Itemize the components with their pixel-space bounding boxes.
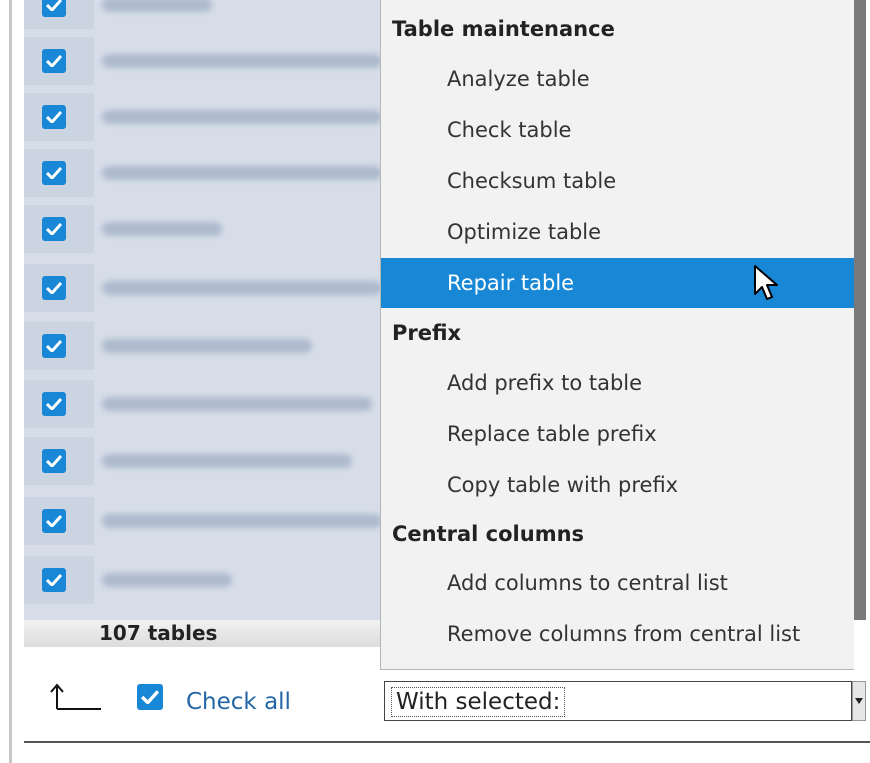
- table-row[interactable]: [24, 437, 384, 485]
- page-left-border: [9, 0, 12, 763]
- check-all-checkbox[interactable]: [137, 684, 163, 710]
- menu-group-prefix: Prefix: [381, 308, 854, 358]
- table-count: 107 tables: [99, 621, 218, 645]
- table-name-obscured[interactable]: [102, 339, 312, 353]
- corner-up-arrow-icon: [50, 683, 101, 710]
- menu-item-label: Remove columns from central list: [447, 622, 801, 646]
- row-checkbox[interactable]: [42, 509, 66, 533]
- table-row[interactable]: [24, 497, 384, 545]
- checkbox-cell: [24, 37, 94, 85]
- table-row[interactable]: [24, 205, 384, 253]
- select-value: With selected:: [391, 687, 566, 717]
- table-name-obscured[interactable]: [102, 166, 382, 180]
- menu-item-copy-with-prefix[interactable]: Copy table with prefix: [381, 460, 854, 510]
- checkbox-cell: [24, 93, 94, 141]
- menu-item-add-prefix[interactable]: Add prefix to table: [381, 358, 854, 408]
- table-row[interactable]: [24, 0, 384, 29]
- table-name-obscured[interactable]: [102, 454, 352, 468]
- row-checkbox[interactable]: [42, 449, 66, 473]
- table-name-obscured[interactable]: [102, 514, 382, 528]
- menu-item-repair-table[interactable]: Repair table: [381, 258, 854, 308]
- row-checkbox[interactable]: [42, 161, 66, 185]
- table-name-obscured[interactable]: [102, 222, 222, 236]
- table-name-obscured[interactable]: [102, 110, 382, 124]
- table-name-obscured[interactable]: [102, 281, 382, 295]
- row-checkbox[interactable]: [42, 49, 66, 73]
- table-row[interactable]: [24, 380, 384, 428]
- row-checkbox[interactable]: [42, 568, 66, 592]
- table-row[interactable]: [24, 149, 384, 197]
- checkbox-cell: [24, 264, 94, 312]
- table-name-obscured[interactable]: [102, 54, 382, 68]
- menu-item-label: Repair table: [447, 271, 575, 295]
- select-dropdown-toggle[interactable]: [852, 681, 866, 721]
- menu-item-label: Replace table prefix: [447, 422, 657, 446]
- row-checkbox[interactable]: [42, 217, 66, 241]
- menu-item-label: Add prefix to table: [447, 371, 643, 395]
- menu-group-label: Table maintenance: [392, 17, 615, 41]
- table-row[interactable]: [24, 37, 384, 85]
- table-row[interactable]: [24, 556, 384, 604]
- menu-item-replace-prefix[interactable]: Replace table prefix: [381, 409, 854, 459]
- menu-item-analyze-table[interactable]: Analyze table: [381, 54, 854, 104]
- checkbox-cell: [24, 0, 94, 29]
- menu-item-check-table[interactable]: Check table: [381, 105, 854, 155]
- row-checkbox[interactable]: [42, 334, 66, 358]
- checkbox-cell: [24, 556, 94, 604]
- menu-item-remove-central-columns[interactable]: Remove columns from central list: [381, 609, 854, 659]
- table-name-obscured[interactable]: [102, 573, 232, 587]
- menu-item-label: Check table: [447, 118, 572, 142]
- checkbox-cell: [24, 437, 94, 485]
- menu-item-label: Optimize table: [447, 220, 602, 244]
- checkbox-cell: [24, 149, 94, 197]
- menu-item-label: Analyze table: [447, 67, 590, 91]
- row-checkbox[interactable]: [42, 392, 66, 416]
- checkbox-cell: [24, 497, 94, 545]
- menu-item-label: Checksum table: [447, 169, 617, 193]
- table-row[interactable]: [24, 322, 384, 370]
- row-checkbox[interactable]: [42, 105, 66, 129]
- menu-group-table-maintenance: Table maintenance: [381, 4, 854, 54]
- checkbox-cell: [24, 205, 94, 253]
- menu-group-label: Central columns: [392, 522, 585, 546]
- chevron-down-icon: [855, 698, 863, 704]
- divider: [24, 741, 870, 743]
- menu-group-label: Prefix: [392, 321, 462, 345]
- menu-item-optimize-table[interactable]: Optimize table: [381, 207, 854, 257]
- row-checkbox[interactable]: [42, 0, 66, 17]
- checkbox-cell: [24, 322, 94, 370]
- menu-item-add-central-columns[interactable]: Add columns to central list: [381, 558, 854, 608]
- menu-group-central-columns: Central columns: [381, 509, 854, 559]
- table-list-footer: 107 tables: [24, 620, 384, 647]
- table-name-obscured[interactable]: [102, 0, 212, 12]
- table-row[interactable]: [24, 93, 384, 141]
- menu-item-label: Copy table with prefix: [447, 473, 679, 497]
- table-name-obscured[interactable]: [102, 397, 372, 411]
- checkbox-cell: [24, 380, 94, 428]
- menu-item-checksum-table[interactable]: Checksum table: [381, 156, 854, 206]
- menu-scrollbar[interactable]: [854, 0, 866, 620]
- with-selected-dropdown-menu: Table maintenance Analyze table Check ta…: [380, 0, 854, 670]
- check-all-label[interactable]: Check all: [186, 688, 291, 716]
- row-checkbox[interactable]: [42, 276, 66, 300]
- with-selected-select[interactable]: With selected:: [384, 681, 852, 721]
- mouse-pointer-icon: [754, 265, 778, 300]
- table-row[interactable]: [24, 264, 384, 312]
- menu-item-label: Add columns to central list: [447, 571, 728, 595]
